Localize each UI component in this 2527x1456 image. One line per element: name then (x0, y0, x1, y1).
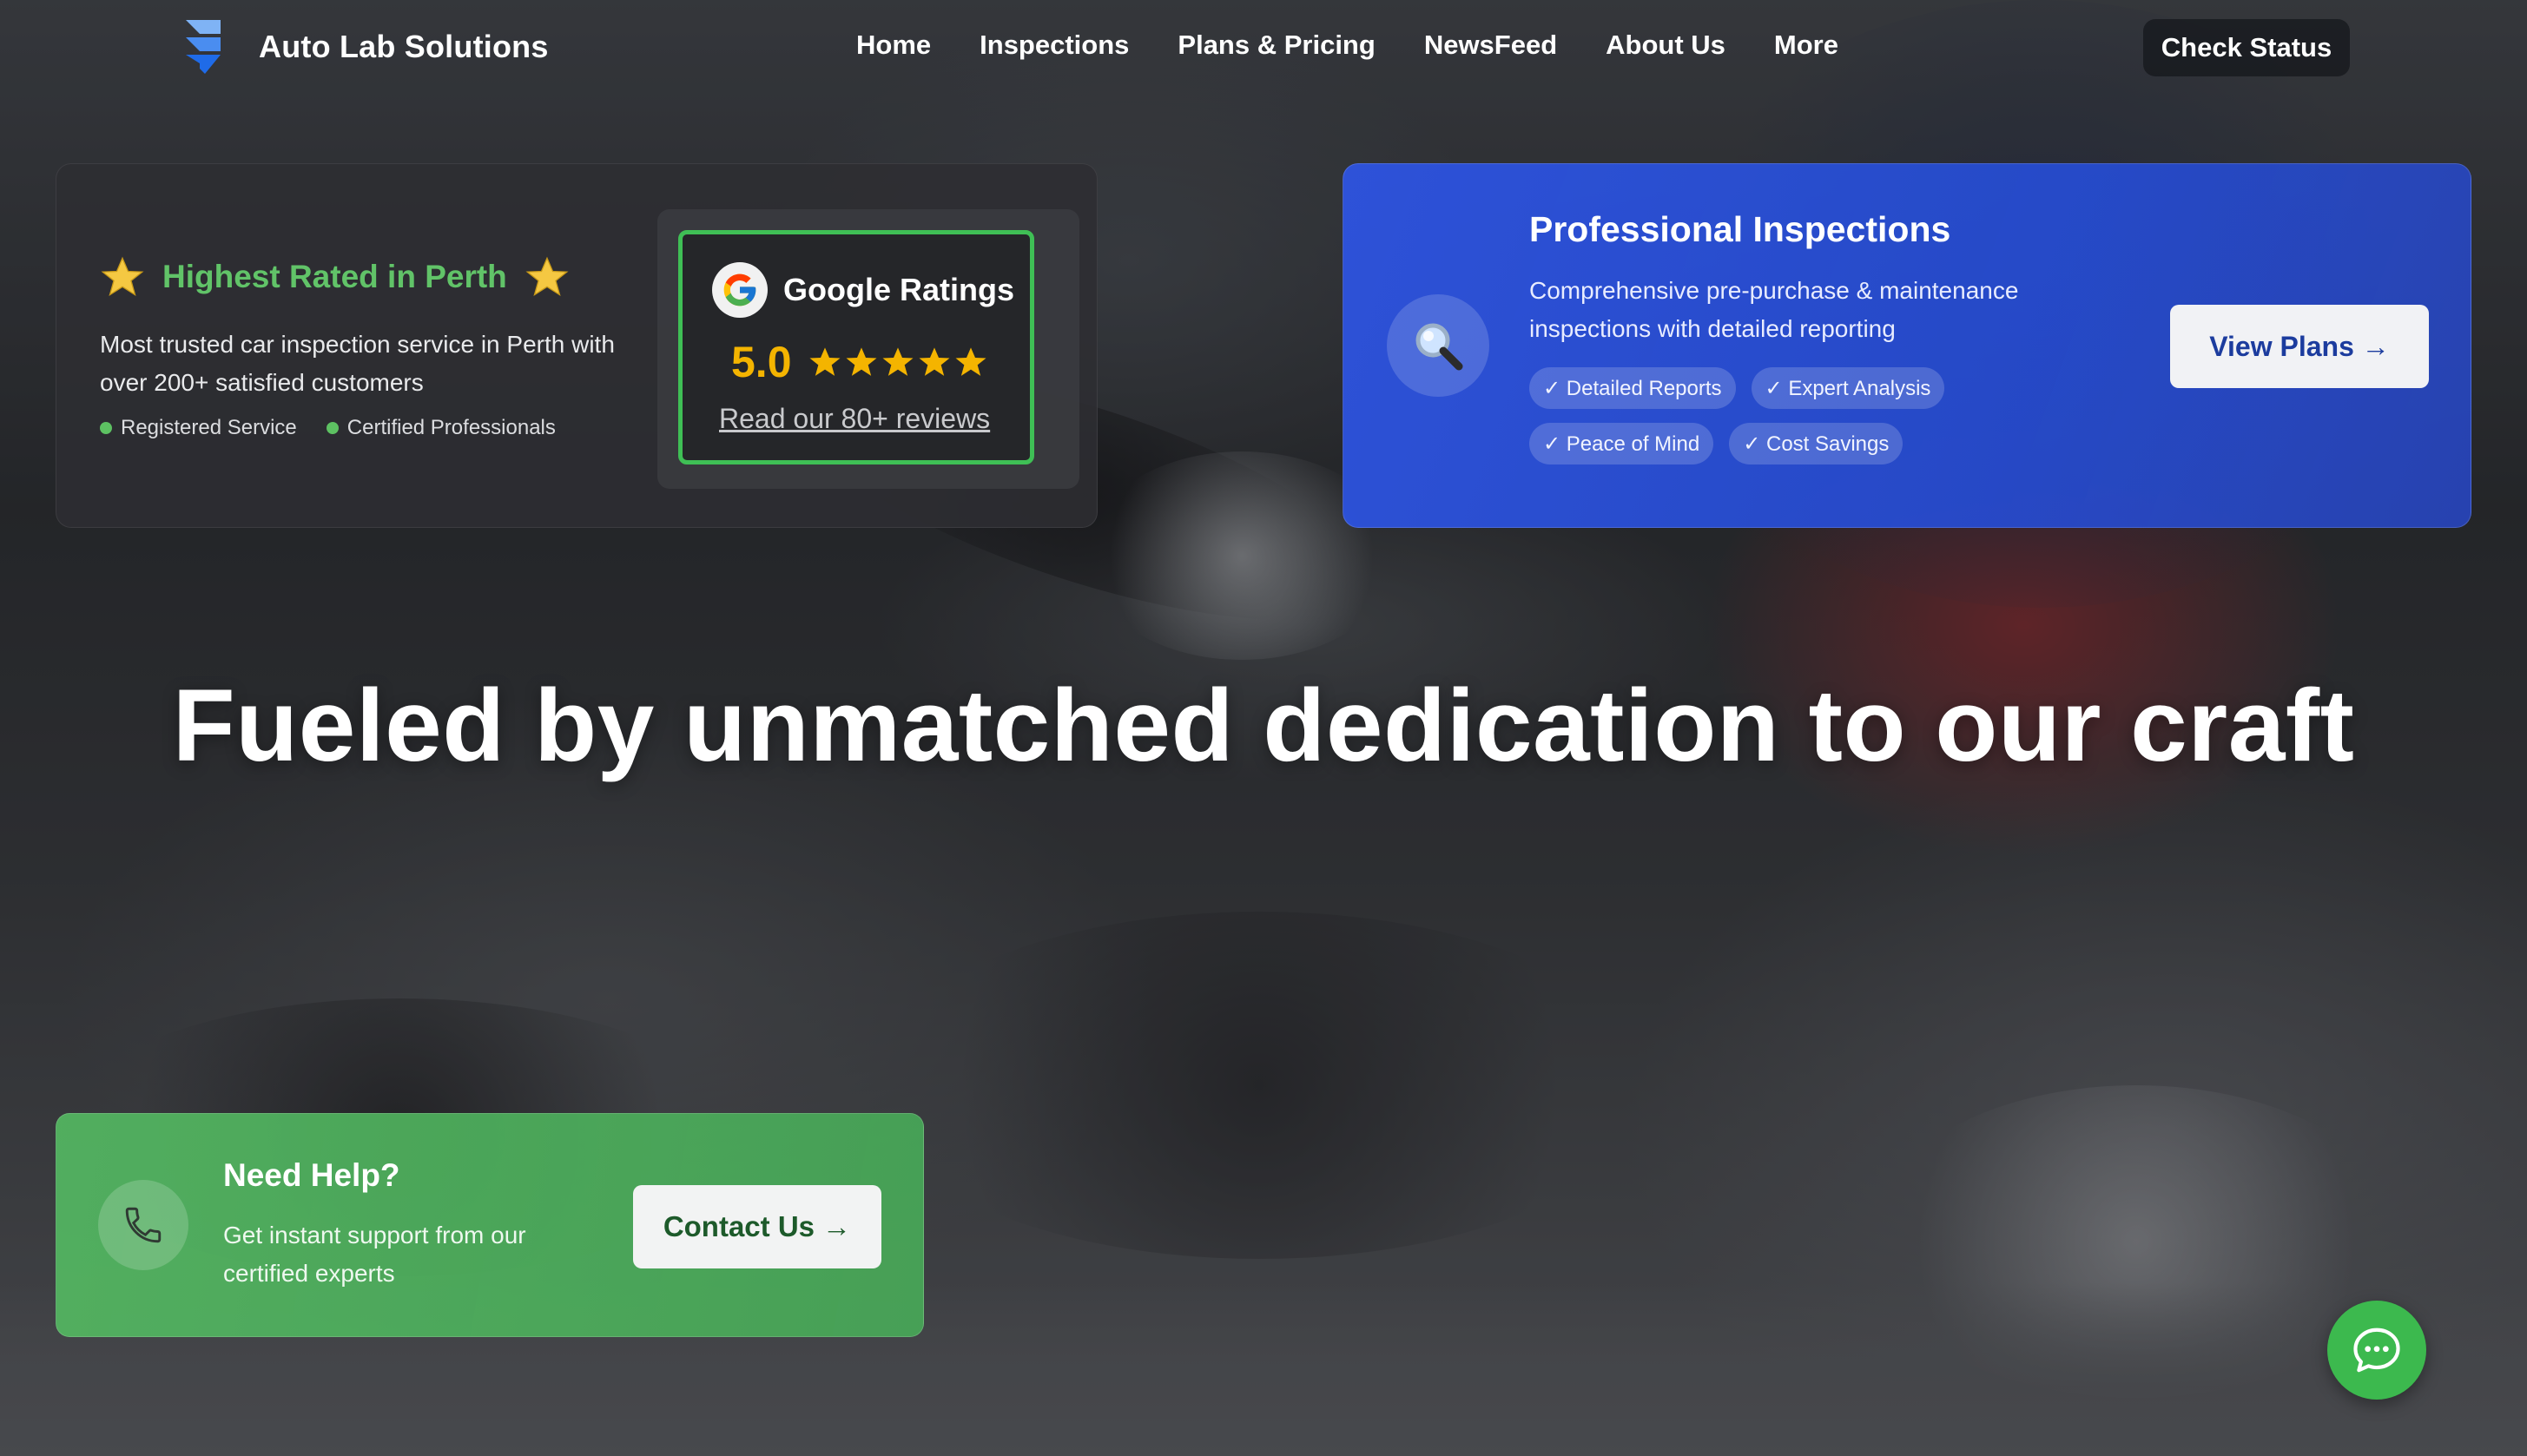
rated-title: Highest Rated in Perth (162, 259, 507, 294)
contact-us-button[interactable]: Contact Us → (633, 1185, 881, 1268)
stacked-chevron-logo-icon (182, 18, 226, 76)
chip-expert-analysis: ✓ Expert Analysis (1751, 367, 1945, 409)
chip-peace-of-mind: ✓ Peace of Mind (1529, 423, 1714, 464)
tag-registered-service: Registered Service (100, 416, 297, 440)
google-ratings-box: Google Ratings 5.0 Read our 80+ reviews (678, 230, 1034, 464)
star-icon (919, 347, 950, 376)
hero-headline: Fueled by unmatched dedication to our cr… (172, 669, 2355, 783)
star-icon (882, 347, 914, 376)
star-icon (101, 256, 144, 297)
brand-name: Auto Lab Solutions (259, 29, 549, 64)
google-ratings-title: Google Ratings (783, 272, 1015, 307)
google-ratings-header: Google Ratings (712, 262, 1014, 318)
nav-newsfeed[interactable]: NewsFeed (1424, 30, 1557, 61)
star-icon (809, 347, 841, 376)
magnifier-icon (1387, 294, 1489, 397)
tag-certified-professionals: Certified Professionals (326, 416, 556, 440)
green-dot-icon (100, 422, 112, 434)
main-menu: Home Inspections Plans & Pricing NewsFee… (856, 30, 1887, 61)
star-icon (525, 256, 569, 297)
feature-chips: ✓ Detailed Reports ✓ Expert Analysis ✓ P… (1529, 367, 2016, 478)
view-plans-button[interactable]: View Plans → (2170, 305, 2429, 388)
professional-inspections-card: Professional Inspections Comprehensive p… (1343, 163, 2471, 528)
nav-plans-pricing[interactable]: Plans & Pricing (1178, 30, 1375, 61)
check-status-button[interactable]: Check Status (2143, 19, 2350, 76)
tag-label: Certified Professionals (346, 416, 556, 439)
green-dot-icon (326, 422, 339, 434)
pro-card-description: Comprehensive pre-purchase & maintenance… (1529, 277, 2019, 342)
nav-inspections[interactable]: Inspections (980, 30, 1129, 61)
top-navigation: Auto Lab Solutions Home Inspections Plan… (0, 0, 2527, 96)
nav-home[interactable]: Home (856, 30, 931, 61)
chip-cost-savings: ✓ Cost Savings (1729, 423, 1903, 464)
rated-title-row: Highest Rated in Perth (100, 254, 570, 300)
nav-more[interactable]: More (1774, 30, 1838, 61)
need-help-card: Need Help? Get instant support from our … (56, 1113, 924, 1337)
pro-card-title: Professional Inspections (1529, 209, 1951, 249)
google-score: 5.0 (731, 338, 792, 386)
phone-icon (98, 1180, 188, 1270)
rated-tags: Registered Service Certified Professiona… (100, 416, 585, 440)
chip-detailed-reports: ✓ Detailed Reports (1529, 367, 1736, 409)
google-ratings-panel: Google Ratings 5.0 Read our 80+ reviews (657, 209, 1079, 489)
brand-link[interactable]: Auto Lab Solutions (182, 16, 549, 78)
help-title: Need Help? (223, 1157, 400, 1193)
google-score-row: 5.0 (731, 337, 990, 387)
star-icon (846, 347, 877, 376)
help-description: Get instant support from our certified e… (223, 1222, 526, 1287)
tag-label: Registered Service (121, 416, 297, 439)
star-icon (955, 347, 986, 376)
rated-description: Most trusted car inspection service in P… (100, 331, 615, 396)
google-stars (808, 345, 990, 379)
read-reviews-link[interactable]: Read our 80+ reviews (719, 403, 990, 435)
highest-rated-card: Highest Rated in Perth Most trusted car … (56, 163, 1098, 528)
nav-about-us[interactable]: About Us (1606, 30, 1725, 61)
chat-bubble-icon[interactable] (2327, 1301, 2426, 1400)
google-logo-icon (712, 262, 768, 318)
